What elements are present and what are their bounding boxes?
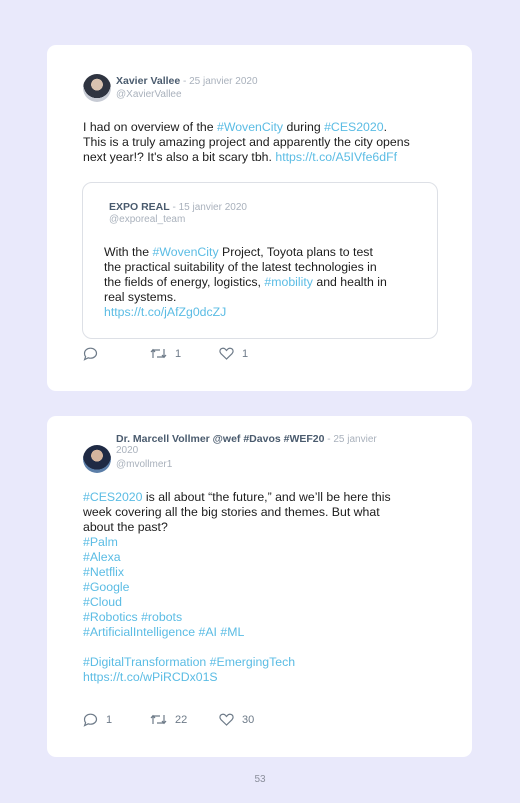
hashtag-link[interactable]: #Google: [83, 580, 463, 595]
reply-icon: [83, 713, 98, 727]
heart-icon: [219, 713, 234, 726]
tweet-card: Xavier Vallee - 25 janvier 2020 @XavierV…: [47, 45, 472, 391]
quote-author-handle[interactable]: @exporeal_team: [109, 214, 185, 225]
text: the fields of energy, logistics,: [104, 275, 265, 289]
avatar[interactable]: [83, 74, 111, 102]
text-line: This is a truly amazing project and appa…: [83, 135, 410, 149]
quoted-tweet[interactable]: EXPO REAL - 15 janvier 2020 @exporeal_te…: [82, 182, 438, 339]
text-line: week covering all the big stories and th…: [83, 505, 380, 519]
hashtag-link[interactable]: #CES2020: [83, 490, 142, 504]
quote-author-name[interactable]: EXPO REAL - 15 janvier 2020: [109, 201, 247, 213]
like-button[interactable]: 1: [219, 347, 248, 360]
text: With the: [104, 245, 153, 259]
hashtag-link[interactable]: #Robotics #robots: [83, 610, 463, 625]
author-label: Dr. Marcell Vollmer @wef #Davos #WEF20: [116, 433, 325, 445]
like-button[interactable]: 30: [219, 713, 254, 726]
retweet-button[interactable]: 22: [150, 713, 187, 726]
url-link[interactable]: https://t.co/wPiRCDx01S: [83, 670, 463, 685]
hashtag-link[interactable]: #Netflix: [83, 565, 463, 580]
reply-button[interactable]: [83, 347, 106, 361]
retweet-button[interactable]: 1: [150, 347, 181, 360]
hashtag-link[interactable]: #Alexa: [83, 550, 463, 565]
text: during: [283, 120, 325, 134]
avatar[interactable]: [83, 445, 111, 473]
reply-count: 1: [106, 714, 113, 726]
tweet-date-year: 2020: [116, 445, 139, 456]
tweet-text: #CES2020 is all about “the future,” and …: [83, 490, 463, 685]
text: Project, Toyota plans to test: [218, 245, 373, 259]
url-link[interactable]: https://t.co/A5IVfe6dFf: [275, 150, 397, 164]
hashtag-link[interactable]: #CES2020: [324, 120, 383, 134]
author-handle[interactable]: @XavierVallee: [116, 89, 182, 100]
retweet-icon: [150, 714, 167, 725]
heart-icon: [219, 347, 234, 360]
hashtag-link[interactable]: #WovenCity: [153, 245, 219, 259]
hashtag-link[interactable]: #mobility: [264, 275, 313, 289]
quote-date: - 15 janvier 2020: [169, 202, 247, 213]
text-line: about the past?: [83, 520, 168, 534]
text: next year!? It's also a bit scary tbh.: [83, 150, 276, 164]
reply-button[interactable]: 1: [83, 713, 112, 727]
hashtag-link[interactable]: #DigitalTransformation #EmergingTech: [83, 655, 463, 670]
reply-icon: [83, 347, 98, 361]
text: .: [383, 120, 387, 134]
hashtag-link[interactable]: #Palm: [83, 535, 463, 550]
tweet-card: Dr. Marcell Vollmer @wef #Davos #WEF20 -…: [47, 416, 472, 757]
author-label: EXPO REAL: [109, 201, 170, 213]
quote-text: With the #WovenCity Project, Toyota plan…: [104, 245, 434, 320]
hashtag-link[interactable]: #ArtificialIntelligence #AI #ML: [83, 625, 463, 640]
text: is all about “the future,” and we’ll be …: [142, 490, 391, 504]
author-name[interactable]: Xavier Vallee - 25 janvier 2020: [116, 75, 258, 87]
text-line: the practical suitability of the latest …: [104, 260, 377, 274]
text: and health in: [312, 275, 387, 289]
like-count: 1: [242, 347, 249, 360]
like-count: 30: [242, 713, 255, 726]
retweet-count: 1: [175, 347, 182, 360]
hashtag-link[interactable]: #Cloud: [83, 595, 463, 610]
hashtag-link[interactable]: #WovenCity: [217, 120, 283, 134]
tweet-date: - 25 janvier 2020: [180, 76, 258, 87]
page-number: 53: [254, 774, 266, 785]
author-handle[interactable]: @mvollmer1: [116, 459, 172, 470]
author-name[interactable]: Dr. Marcell Vollmer @wef #Davos #WEF20 -…: [116, 433, 416, 457]
text: I had on overview of the: [83, 120, 217, 134]
url-link[interactable]: https://t.co/jAfZg0dcZJ: [104, 305, 434, 320]
tweet-text: I had on overview of the #WovenCity duri…: [83, 120, 458, 165]
retweet-count: 22: [175, 713, 188, 726]
text-line: real systems.: [104, 290, 177, 304]
author-label: Xavier Vallee: [116, 75, 181, 87]
tweet-date: - 25 janvier: [324, 434, 377, 445]
retweet-icon: [150, 348, 167, 359]
